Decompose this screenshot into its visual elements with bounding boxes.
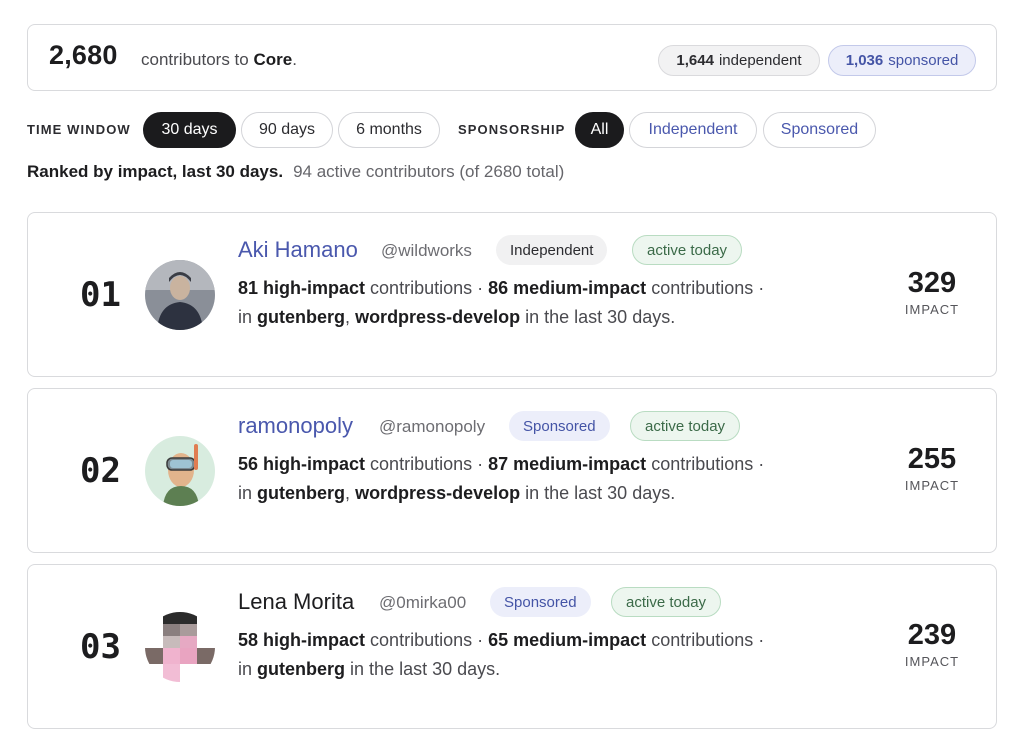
contributor-name-link[interactable]: ramonopoly: [238, 413, 353, 439]
avatar[interactable]: [145, 260, 215, 330]
ranking-heading: Ranked by impact, last 30 days. 94 active…: [27, 162, 565, 181]
impact-score: 239 IMPACT: [904, 619, 960, 669]
avatar-snorkel-icon: [145, 436, 215, 506]
activity-status-badge: active today: [632, 235, 743, 265]
sponsorship-tag: Sponsored: [490, 587, 591, 617]
contribution-repos: in gutenberg, wordpress-develop in the l…: [238, 483, 676, 503]
sponsorship-tag: Independent: [496, 235, 608, 265]
contributor-name-link[interactable]: Aki Hamano: [238, 237, 358, 263]
activity-status-badge: active today: [611, 587, 722, 617]
contributor-handle: @0mirka00: [379, 593, 467, 612]
sponsored-count-badge: 1,036 sponsored: [828, 45, 976, 76]
impact-score: 329 IMPACT: [904, 267, 960, 317]
activity-status-badge: active today: [630, 411, 741, 441]
sponsorship-sponsored-chip[interactable]: Sponsored: [763, 112, 876, 148]
contribution-summary: 81 high-impact contributions · 86 medium…: [238, 278, 765, 298]
time-90-days-chip[interactable]: 90 days: [241, 112, 333, 148]
contributor-handle: @wildworks: [381, 241, 472, 260]
contributor-total-text: contributors to Core.: [141, 50, 297, 69]
contributor-card[interactable]: 03 Lena Morita @0mirka00 Sponsored activ…: [27, 564, 997, 729]
ranking-subtext: 94 active contributors (of 2680 total): [293, 162, 565, 181]
contributor-name[interactable]: Lena Morita: [238, 589, 354, 615]
sponsorship-tag: Sponsored: [509, 411, 610, 441]
contribution-repos: in gutenberg in the last 30 days.: [238, 659, 501, 679]
avatar-photo-icon: [145, 260, 215, 330]
sponsorship-independent-chip[interactable]: Independent: [629, 112, 757, 148]
summary-card: 2,680 contributors to Core. 1,644 indepen…: [27, 24, 997, 91]
time-6-months-chip[interactable]: 6 months: [338, 112, 440, 148]
sponsorship-label: SPONSORSHIP: [458, 122, 566, 137]
contribution-summary: 58 high-impact contributions · 65 medium…: [238, 630, 765, 650]
contribution-repos: in gutenberg, wordpress-develop in the l…: [238, 307, 676, 327]
impact-score: 255 IMPACT: [904, 443, 960, 493]
time-window-label: TIME WINDOW: [27, 122, 131, 137]
rank-number: 02: [80, 451, 121, 491]
independent-count-badge: 1,644 independent: [658, 45, 820, 76]
sponsorship-all-chip[interactable]: All: [575, 112, 624, 148]
avatar-identicon-icon: [145, 612, 215, 682]
contributor-total: 2,680: [49, 40, 118, 70]
contributor-handle: @ramonopoly: [379, 417, 486, 436]
avatar[interactable]: [145, 612, 215, 682]
rank-number: 01: [80, 275, 121, 315]
time-30-days-chip[interactable]: 30 days: [143, 112, 236, 148]
contributor-card[interactable]: 02 ramonopoly @ramonopoly Sponsored acti…: [27, 388, 997, 553]
avatar[interactable]: [145, 436, 215, 506]
contributor-card[interactable]: 01 Aki Hamano @wildworks Independent act…: [27, 212, 997, 377]
contribution-summary: 56 high-impact contributions · 87 medium…: [238, 454, 765, 474]
rank-number: 03: [80, 627, 121, 667]
